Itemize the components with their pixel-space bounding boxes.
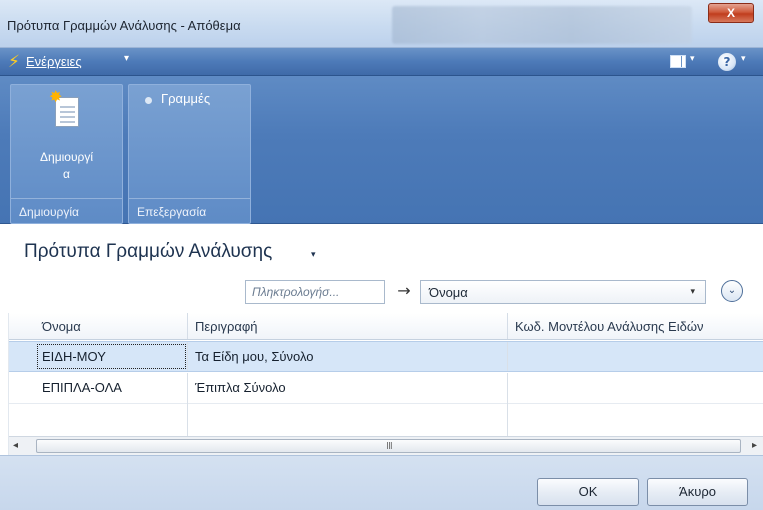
cell-description[interactable]: Έπιπλα Σύνολο [188, 373, 508, 403]
column-header-name[interactable]: Όνομα [35, 313, 188, 339]
empty-cell[interactable] [508, 403, 763, 436]
page-title[interactable]: Πρότυπα Γραμμών Ανάλυσης [24, 241, 272, 263]
scroll-left-icon[interactable]: ◂ [13, 440, 18, 451]
filter-field-select[interactable]: Όνομα ▾ [420, 280, 706, 304]
search-input[interactable]: Πληκτρολογήσ... [245, 280, 385, 304]
cell-name[interactable]: ΕΠΙΠΛΑ-ΟΛΑ [35, 373, 188, 403]
ribbon-group-edit: Γραμμές Επεξεργασία [128, 84, 251, 224]
cell-name[interactable]: ΕΙΔΗ-ΜΟΥ [35, 342, 188, 371]
table-row[interactable]: ΕΠΙΠΛΑ-ΟΛΑ Έπιπλα Σύνολο [9, 373, 763, 404]
lines-button[interactable]: Γραμμές [161, 91, 210, 106]
cancel-button[interactable]: Άκυρο [647, 478, 748, 506]
layout-icon[interactable] [670, 55, 686, 68]
title-bar: Πρότυπα Γραμμών Ανάλυσης - Απόθεμα X [0, 0, 763, 48]
action-bar: ⚡ Ενέργειες ▾ ▾ ? ▾ [0, 48, 763, 76]
empty-cell[interactable] [188, 403, 508, 436]
divider [11, 198, 122, 199]
filter-field-value: Όνομα [429, 285, 468, 300]
create-button[interactable]: Δημιουργί α [11, 149, 122, 183]
window-title: Πρότυπα Γραμμών Ανάλυσης - Απόθεμα [7, 18, 241, 33]
chevron-down-icon[interactable]: ▾ [124, 53, 129, 64]
scrollbar-thumb[interactable]: III [36, 439, 741, 453]
help-icon[interactable]: ? [718, 53, 736, 71]
grip-icon: III [386, 441, 393, 452]
chevron-down-icon: ▾ [690, 286, 695, 296]
chevron-down-icon[interactable]: ▾ [741, 54, 746, 64]
ribbon-group-label: Επεξεργασία [137, 205, 207, 219]
chevron-down-icon[interactable]: ▾ [311, 250, 316, 260]
lightning-icon: ⚡ [8, 52, 20, 72]
ribbon-group-create: ✸ Δημιουργί α Δημιουργία [10, 84, 123, 224]
bullet-icon [145, 97, 152, 104]
arrow-right-icon[interactable]: → [390, 280, 418, 304]
dialog-footer: OK Άκυρο [0, 455, 763, 510]
blurred-background [392, 6, 692, 44]
scroll-right-icon[interactable]: ▸ [752, 440, 757, 451]
grid-header: Όνομα Περιγραφή Κωδ. Μοντέλου Ανάλυσης Ε… [9, 313, 763, 340]
column-header-description[interactable]: Περιγραφή [188, 313, 508, 339]
cell-code[interactable] [508, 373, 763, 403]
data-grid: Όνομα Περιγραφή Κωδ. Μοντέλου Ανάλυσης Ε… [9, 313, 763, 436]
chevron-down-icon[interactable]: ▾ [690, 54, 695, 64]
close-button[interactable]: X [708, 3, 754, 23]
ribbon: ✸ Δημιουργί α Δημιουργία Γραμμές Επεξεργα… [0, 76, 763, 224]
empty-row[interactable] [9, 403, 763, 436]
row-selector-column [0, 313, 9, 455]
ribbon-group-label: Δημιουργία [19, 205, 79, 219]
ok-button[interactable]: OK [537, 478, 639, 506]
divider [129, 198, 250, 199]
cell-description[interactable]: Τα Είδη μου, Σύνολο [188, 342, 508, 371]
actions-menu[interactable]: Ενέργειες [26, 54, 82, 69]
horizontal-scrollbar[interactable]: ◂ III ▸ [9, 436, 763, 455]
empty-cell[interactable] [35, 403, 188, 436]
table-row[interactable]: ΕΙΔΗ-ΜΟΥ Τα Είδη μου, Σύνολο [9, 341, 763, 372]
column-header-code[interactable]: Κωδ. Μοντέλου Ανάλυσης Ειδών [508, 313, 763, 339]
expand-filter-button[interactable]: ⌄ [721, 280, 743, 302]
cell-code[interactable] [508, 342, 763, 371]
new-document-icon[interactable]: ✸ [49, 87, 81, 129]
